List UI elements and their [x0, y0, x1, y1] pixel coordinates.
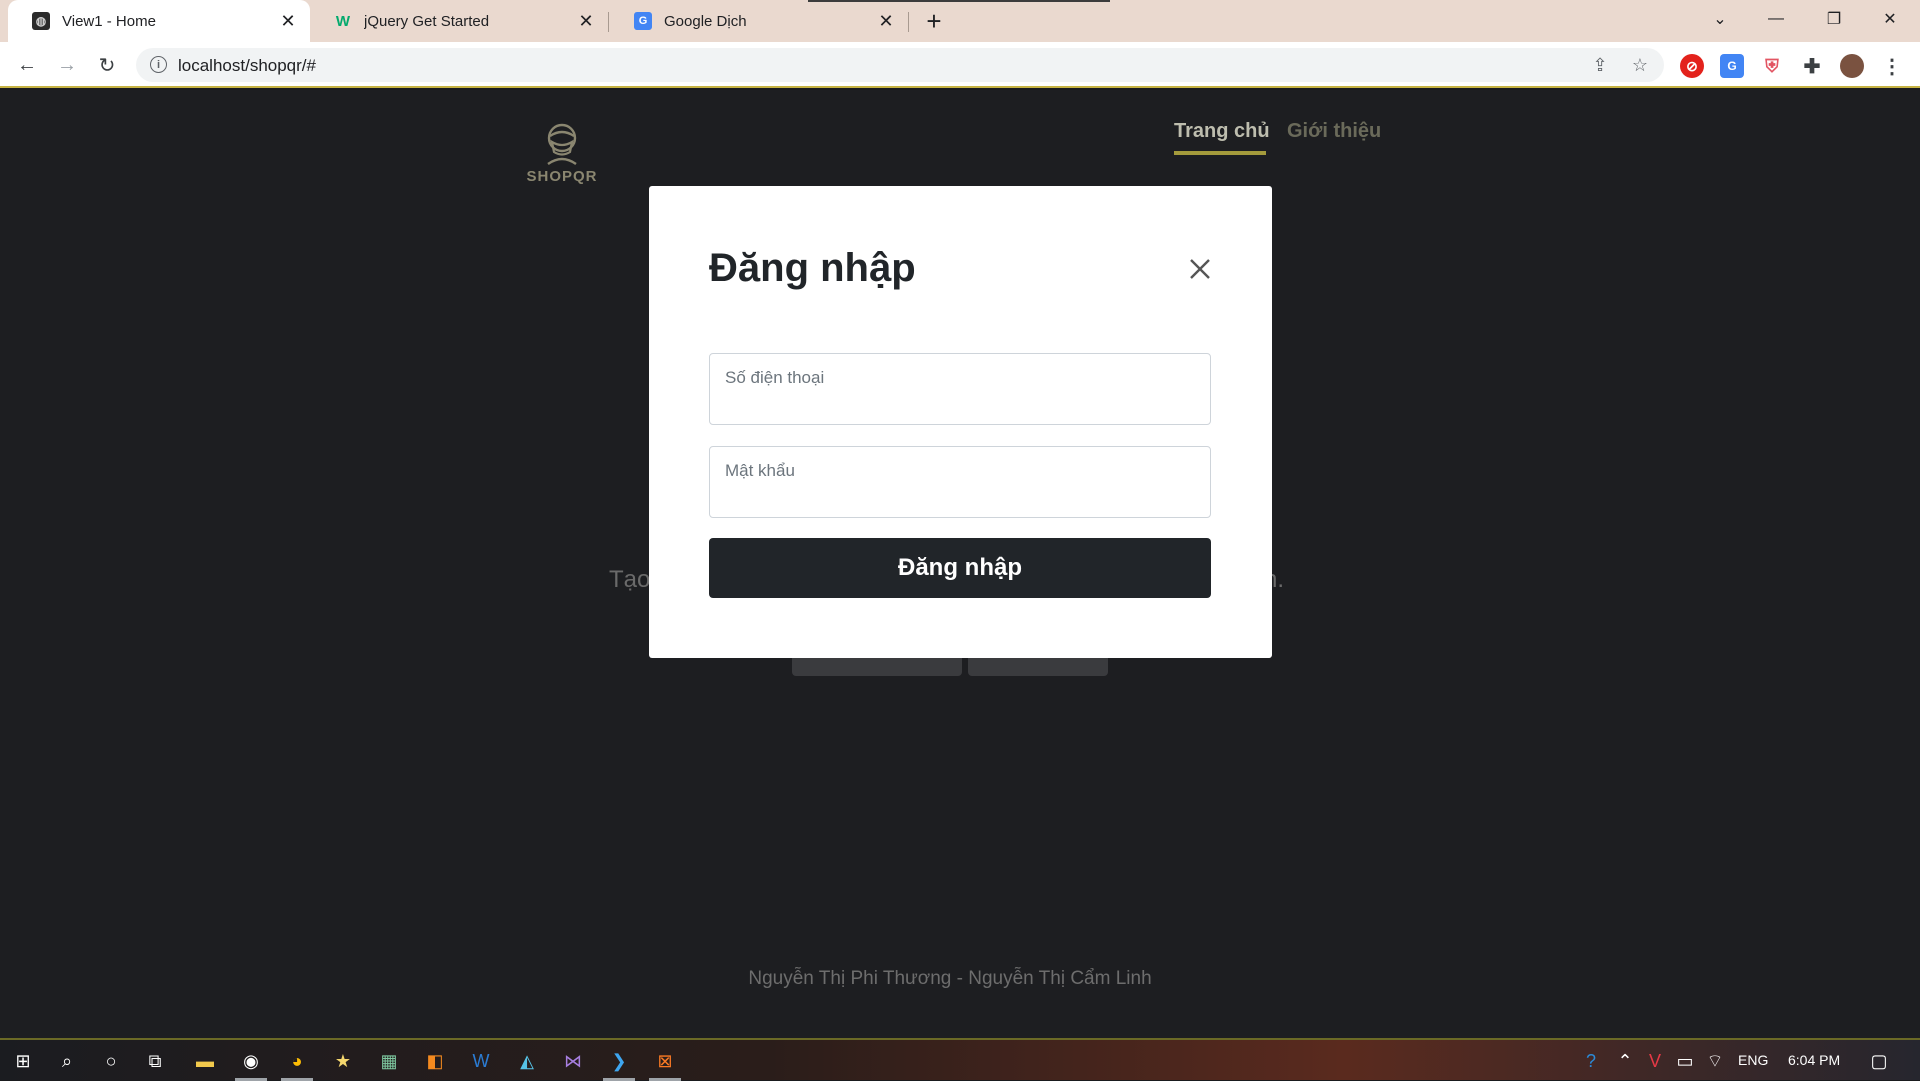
logo-text: SHOPQR — [526, 168, 598, 185]
help-notification-icon[interactable]: ? — [1578, 1048, 1604, 1074]
sql-server-icon[interactable]: ▦ — [376, 1048, 402, 1074]
tab-close-icon[interactable]: ✕ — [574, 9, 598, 33]
adblock-extension-icon[interactable]: ⊘ — [1680, 54, 1704, 78]
google-translate-extension-icon[interactable]: G — [1720, 54, 1744, 78]
extensions-puzzle-icon[interactable]: ✚ — [1800, 54, 1824, 78]
chrome-menu-icon[interactable]: ⋮ — [1880, 54, 1904, 78]
google-translate-icon: G — [634, 12, 652, 30]
tab-title: View1 - Home — [62, 12, 156, 30]
windows-taskbar: ⊞ ⌕ ○ ⧉ ▬ ◉ ◕ ★ ▦ ◧ W ◭ ⋈ ❯ ⊠ ? ⌃ V ▭ ⌔ … — [0, 1038, 1920, 1081]
hero-text-left: Tạo — [609, 566, 651, 593]
modal-close-icon[interactable] — [1185, 254, 1215, 284]
nav-active-underline — [1174, 151, 1266, 155]
restore-icon[interactable]: ❐ — [1806, 0, 1862, 38]
wifi-icon[interactable]: ⌔ — [1702, 1048, 1728, 1074]
file-explorer-icon[interactable]: ▬ — [192, 1048, 218, 1074]
nav-home-link[interactable]: Trang chủ — [1174, 120, 1270, 143]
vscode-icon[interactable]: ❯ — [606, 1048, 632, 1074]
starred-app-icon[interactable]: ★ — [330, 1048, 356, 1074]
tray-chevron-up-icon[interactable]: ⌃ — [1612, 1048, 1638, 1074]
phone-input[interactable]: Số điện thoại — [709, 353, 1211, 425]
windows-start-icon[interactable]: ⊞ — [10, 1048, 36, 1074]
back-arrow-icon[interactable]: ← — [12, 50, 42, 80]
search-icon[interactable]: ⌕ — [54, 1048, 80, 1074]
visual-studio-icon[interactable]: ⋈ — [560, 1048, 586, 1074]
battery-icon[interactable]: ▭ — [1672, 1048, 1698, 1074]
url-text[interactable]: localhost/shopqr/# — [178, 56, 316, 76]
login-submit-button[interactable]: Đăng nhập — [709, 538, 1211, 598]
app-blue-icon[interactable]: ◭ — [514, 1048, 540, 1074]
site-info-icon[interactable]: i — [150, 56, 167, 73]
task-view-icon[interactable]: ⧉ — [142, 1048, 168, 1074]
tab-close-icon[interactable]: ✕ — [276, 9, 300, 33]
reload-icon[interactable]: ↻ — [92, 50, 122, 80]
tab-jquery-get-started[interactable]: W jQuery Get Started ✕ — [310, 0, 608, 42]
bookmark-star-icon[interactable]: ☆ — [1628, 53, 1652, 77]
new-tab-plus-icon[interactable]: + — [920, 6, 948, 36]
nav-about-link[interactable]: Giới thiệu — [1287, 120, 1381, 143]
tab-google-dich[interactable]: G Google Dịch ✕ — [610, 0, 908, 42]
password-input[interactable]: Mật khẩu — [709, 446, 1211, 518]
forward-arrow-icon[interactable]: → — [52, 50, 82, 80]
phone-placeholder: Số điện thoại — [725, 368, 825, 387]
cortana-icon[interactable]: ○ — [98, 1048, 124, 1074]
word-icon[interactable]: W — [468, 1048, 494, 1074]
address-bar[interactable]: i localhost/shopqr/# ⇪ ☆ — [136, 48, 1664, 82]
language-indicator[interactable]: ENG — [1738, 1052, 1768, 1068]
tab-title: jQuery Get Started — [364, 12, 490, 30]
media-player-icon[interactable]: ◉ — [238, 1048, 264, 1074]
tab-view1-home[interactable]: ◍ View1 - Home ✕ — [8, 0, 310, 42]
window-close-icon[interactable]: ✕ — [1862, 0, 1918, 38]
password-placeholder: Mật khẩu — [725, 461, 795, 480]
login-modal: Đăng nhập Số điện thoại Mật khẩu Đăng nh… — [649, 186, 1272, 658]
modal-title: Đăng nhập — [709, 246, 916, 290]
antivirus-tray-icon[interactable]: V — [1642, 1048, 1668, 1074]
masked-face-logo-icon — [547, 123, 577, 165]
browser-toolbar: ← → ↻ i localhost/shopqr/# ⇪ ☆ ⊘ G ⛨ ✚ ⋮ — [0, 42, 1920, 88]
tab-title: Google Dịch — [664, 12, 747, 30]
minimize-icon[interactable]: — — [1748, 0, 1804, 38]
footer-authors: Nguyễn Thị Phi Thương - Nguyễn Thị Cẩm L… — [748, 968, 1152, 989]
shopqr-favicon-icon: ◍ — [32, 12, 50, 30]
shield-extension-icon[interactable]: ⛨ — [1760, 54, 1784, 78]
chrome-icon[interactable]: ◕ — [284, 1048, 310, 1074]
xampp-icon[interactable]: ⊠ — [652, 1048, 678, 1074]
tab-search-chevron-icon[interactable]: ⌄ — [1692, 0, 1748, 38]
w3schools-icon: W — [335, 12, 351, 30]
tab-separator — [908, 12, 909, 32]
share-icon[interactable]: ⇪ — [1588, 53, 1612, 77]
sublime-text-icon[interactable]: ◧ — [422, 1048, 448, 1074]
profile-avatar[interactable] — [1840, 54, 1864, 78]
tab-separator — [608, 12, 609, 32]
action-center-icon[interactable]: ▢ — [1866, 1048, 1892, 1074]
tab-close-icon[interactable]: ✕ — [874, 9, 898, 33]
clock-time[interactable]: 6:04 PM — [1788, 1052, 1840, 1068]
shopqr-logo[interactable]: SHOPQR — [520, 120, 604, 190]
browser-tab-strip: ◍ View1 - Home ✕ W jQuery Get Started ✕ … — [0, 0, 1920, 42]
